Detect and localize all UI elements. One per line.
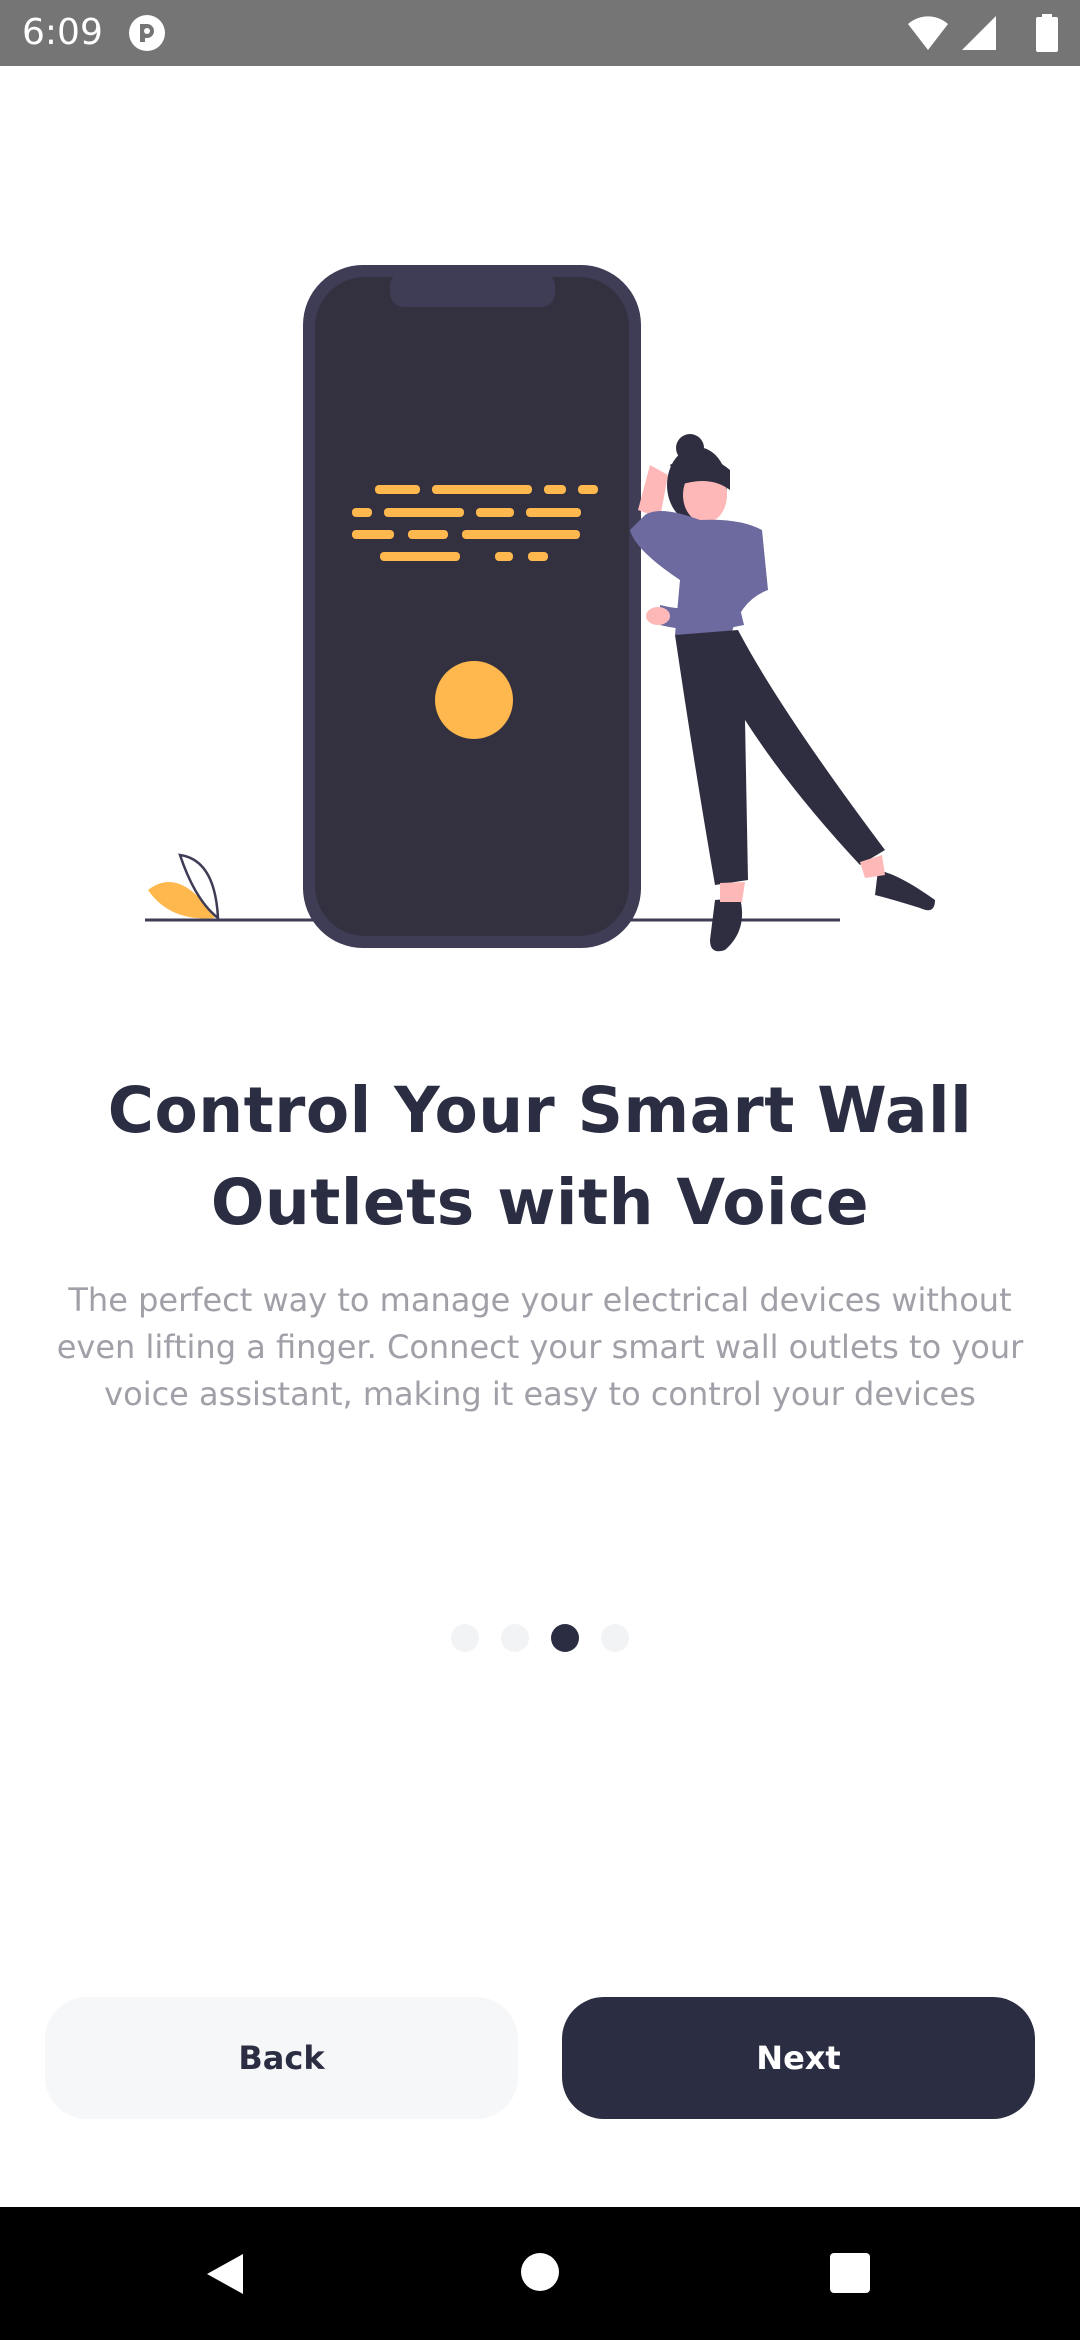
next-button-label: Next [756,2039,841,2077]
description-line-3: voice assistant, making it easy to contr… [104,1375,976,1413]
wifi-icon [908,16,948,50]
page-indicator [0,1624,1080,1654]
back-button-label: Back [238,2039,325,2077]
page-dot-4[interactable] [601,1624,629,1652]
onboarding-description: The perfect way to manage your electrica… [40,1277,1040,1418]
onboarding-title: Control Your Smart Wall Outlets with Voi… [60,1065,1020,1249]
page-dot-2[interactable] [501,1624,529,1652]
battery-icon [1036,14,1058,52]
page-dot-3[interactable] [551,1624,579,1652]
plant-icon [148,853,220,921]
app-notification-icon [129,15,165,51]
description-line-1: The perfect way to manage your electrica… [68,1281,1012,1319]
status-time: 6:09 [22,12,103,53]
page-dot-1[interactable] [451,1624,479,1652]
description-line-2: even lifting a finger. Connect your smar… [56,1328,1024,1366]
nav-home-icon[interactable] [520,2252,560,2292]
onboarding-illustration [145,265,935,952]
next-button[interactable]: Next [562,1997,1035,2119]
signal-icon [962,16,996,50]
title-line-1: Control Your Smart Wall [107,1074,973,1147]
status-bar: 6:09 [0,0,1080,66]
person-illustration [630,434,935,952]
nav-recents-icon[interactable] [829,2252,871,2294]
navigation-bar [0,2207,1080,2340]
back-button[interactable]: Back [45,1997,518,2119]
phone-illustration [303,265,641,948]
title-line-2: Outlets with Voice [210,1166,870,1239]
nav-back-icon[interactable] [203,2252,247,2296]
